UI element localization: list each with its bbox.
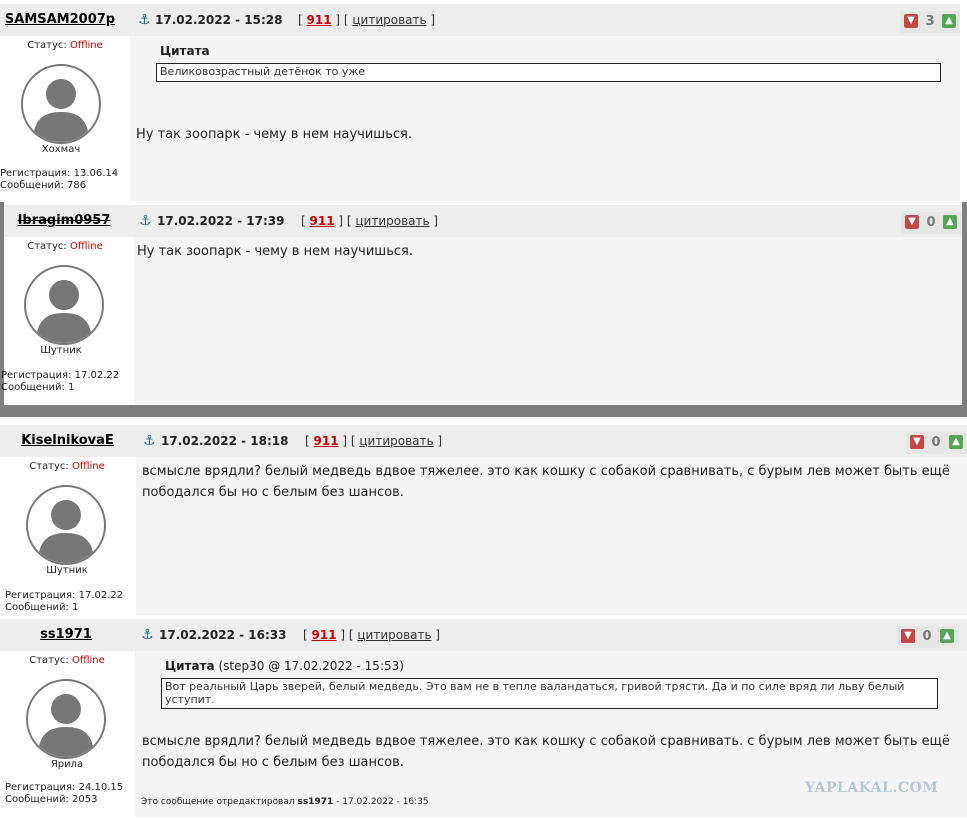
post-links: [ 911 ] [ цитировать ] [303,628,441,642]
quote-box: Великовозрастный детёнок то уже [156,63,941,82]
cite-link[interactable]: цитировать [357,628,431,642]
site-watermark: YAPLAKAL.COM [805,780,939,796]
user-status: Статус: Offline [27,241,103,252]
username-link[interactable]: KiselnikovaE [5,425,130,457]
post-message-line: всмысле врядли? белый медведь вдвое тяже… [142,464,950,479]
quote-box: Вот реальный Царь зверей, белый медведь.… [161,678,938,709]
rating-box: ▼ 0 ▲ [906,432,967,454]
thumbs-up-icon[interactable]: ▲ [942,14,956,28]
rating-box: ▼ 3 ▲ [900,11,960,33]
rating-value: 0 [926,215,936,230]
avatar-silhouette-icon [38,694,94,757]
post-message-line: всмысле врядли? белый медведь вдвое тяже… [142,734,950,749]
post-links: [ 911 ] [ цитировать ] [298,13,436,27]
rating-box: ▼ 0 ▲ [901,212,961,234]
topic-number-link[interactable]: 911 [312,628,337,642]
thumbs-down-icon[interactable]: ▼ [905,215,919,229]
rating-value: 0 [931,435,941,450]
user-registration: Регистрация: 17.02.22 [5,590,124,601]
post-border [0,405,967,417]
post-date: 17.02.2022 - 18:18 [161,434,289,448]
username-link[interactable]: ss1971 [0,619,132,651]
topic-number-link[interactable]: 911 [307,13,332,27]
anchor-icon[interactable]: ⚓ [141,619,154,651]
user-message-count: Сообщений: 2053 [5,794,98,805]
topic-number-link[interactable]: 911 [314,434,339,448]
post-message-line: пободался бы но с белым без шансов. [142,755,404,770]
user-rank: Шутник [40,345,82,356]
username-link[interactable]: SAMSAM2007p [0,4,120,36]
username-link[interactable]: Ibragim0957 [4,205,124,237]
post-3: KiselnikovaE ⚓ 17.02.2022 - 18:18 [ 911 … [0,425,967,615]
post-date: 17.02.2022 - 16:33 [159,628,287,642]
edit-notice: Это сообщение отредактировал ss1971 - 17… [141,797,429,807]
anchor-icon[interactable]: ⚓ [143,425,156,457]
quote-title: Цитата [160,44,210,58]
post-links: [ 911 ] [ цитировать ] [305,434,443,448]
user-panel: Статус: Offline Шутник Регистрация: 17.0… [1,237,134,405]
avatar[interactable] [26,679,106,759]
user-status: Статус: Offline [27,40,103,51]
thumbs-down-icon[interactable]: ▼ [901,629,915,643]
post-message: Ну так зоопарк - чему в нем научишься. [137,244,413,259]
user-status: Статус: Offline [29,461,105,472]
thumbs-up-icon[interactable]: ▲ [940,629,954,643]
user-rank: Ярила [50,759,84,770]
user-rank: Хохмач [41,144,81,155]
rating-box: ▼ 0 ▲ [897,626,959,648]
user-message-count: Сообщений: 786 [0,180,87,191]
post-date: 17.02.2022 - 17:39 [157,214,285,228]
avatar[interactable] [21,64,101,144]
cite-link[interactable]: цитировать [352,13,426,27]
post-2: Ibragim0957 ⚓ 17.02.2022 - 17:39 [ 911 ]… [1,205,962,405]
user-panel: Статус: Offline Шутник Регистрация: 17.0… [0,457,136,615]
avatar-silhouette-icon [33,79,89,142]
avatar-silhouette-icon [38,500,94,563]
user-rank: Шутник [46,565,88,576]
post-message-line: пободался бы но с белым без шансов. [142,485,404,500]
rating-value: 0 [922,629,932,644]
post-message: Ну так зоопарк - чему в нем научишься. [136,127,412,142]
user-registration: Регистрация: 13.06.14 [0,168,119,179]
cite-link[interactable]: цитировать [359,434,433,448]
user-status: Статус: Offline [29,655,105,666]
avatar[interactable] [26,485,106,565]
topic-number-link[interactable]: 911 [310,214,335,228]
user-message-count: Сообщений: 1 [5,602,79,613]
quote-line: уступит. [165,693,215,706]
anchor-icon[interactable]: ⚓ [138,4,151,36]
quote-line: Вот реальный Царь зверей, белый медведь.… [165,680,905,693]
thumbs-down-icon[interactable]: ▼ [910,435,924,449]
post-date: 17.02.2022 - 15:28 [155,13,283,27]
thumbs-down-icon[interactable]: ▼ [904,14,918,28]
thumbs-up-icon[interactable]: ▲ [943,215,957,229]
user-panel: Статус: Offline Ярила Регистрация: 24.10… [0,651,135,817]
post-1: SAMSAM2007p ⚓ 17.02.2022 - 15:28 [ 911 ]… [0,4,960,201]
rating-value: 3 [925,14,935,29]
user-panel: Статус: Offline Хохмач Регистрация: 13.0… [0,36,130,201]
user-registration: Регистрация: 17.02.22 [1,370,120,381]
anchor-icon[interactable]: ⚓ [139,205,152,237]
quote-title: Цитата (step30 @ 17.02.2022 - 15:53) [165,659,404,673]
post-links: [ 911 ] [ цитировать ] [301,214,439,228]
avatar[interactable] [24,265,104,345]
post-border [962,202,967,417]
user-registration: Регистрация: 24.10.15 [5,782,124,793]
cite-link[interactable]: цитировать [355,214,429,228]
thumbs-up-icon[interactable]: ▲ [949,435,963,449]
user-message-count: Сообщений: 1 [1,382,75,393]
avatar-silhouette-icon [36,280,92,343]
